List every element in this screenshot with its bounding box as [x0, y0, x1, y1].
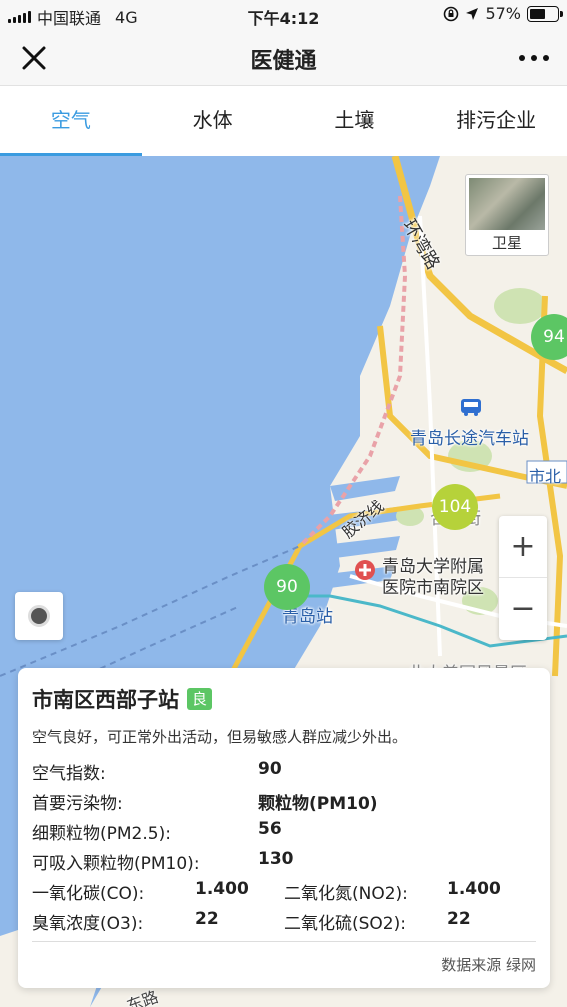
pm10-label: 可吸入颗粒物(PM10): — [32, 854, 200, 874]
pm25-value: 56 — [258, 819, 282, 839]
zoom-control: + − — [499, 516, 547, 640]
aqi-grade-badge: 良 — [187, 688, 213, 710]
no2-value: 1.400 — [447, 879, 501, 899]
orientation-lock-icon — [444, 6, 459, 21]
aqi-cluster-marker[interactable]: 104 — [432, 484, 478, 530]
co-value: 1.400 — [195, 879, 249, 899]
tab-water[interactable]: 水体 — [142, 87, 284, 156]
tab-soil[interactable]: 土壤 — [284, 87, 426, 156]
label-hospital-line2: 医院市南院区 — [382, 578, 484, 598]
station-name: 市南区西部子站 — [32, 688, 179, 712]
pm25-label: 细颗粒物(PM2.5): — [32, 824, 171, 844]
tab-polluting-enterprises[interactable]: 排污企业 — [425, 87, 567, 156]
so2-label: 二氧化硫(SO2): — [284, 914, 406, 934]
location-arrow-icon — [466, 7, 479, 20]
card-divider — [32, 941, 536, 942]
page-title: 医健通 — [250, 49, 317, 74]
primary-pollutant-label: 首要污染物: — [32, 794, 123, 814]
aqi-cluster-marker[interactable]: 90 — [264, 564, 310, 610]
satellite-toggle[interactable]: 卫星 — [465, 174, 549, 256]
label-district: 市北 — [529, 467, 562, 486]
nav-bar: 医健通 — [0, 30, 567, 86]
station-header: 市南区西部子站 良 — [32, 684, 213, 714]
label-bus-station: 青岛长途汽车站 — [410, 429, 529, 449]
co-label: 一氧化碳(CO): — [32, 884, 145, 904]
health-advice: 空气良好，可正常外出活动，但易敏感人群应减少外出。 — [32, 728, 408, 746]
zoom-out-button[interactable]: − — [499, 578, 547, 640]
aqi-label: 空气指数: — [32, 764, 106, 784]
battery-percent: 57% — [485, 4, 521, 23]
o3-label: 臭氧浓度(O3): — [32, 914, 144, 934]
no2-label: 二氧化氮(NO2): — [284, 884, 408, 904]
zoom-in-button[interactable]: + — [499, 516, 547, 578]
satellite-label: 卫星 — [491, 234, 522, 252]
o3-value: 22 — [195, 909, 219, 929]
locate-icon — [28, 605, 50, 627]
so2-value: 22 — [447, 909, 471, 929]
station-info-card: 市南区西部子站 良 空气良好，可正常外出活动，但易敏感人群应减少外出。 空气指数… — [18, 668, 550, 988]
status-bar: 中国联通 4G 下午4:12 57% — [0, 0, 567, 30]
satellite-thumbnail — [469, 178, 545, 230]
more-icon[interactable] — [519, 55, 549, 61]
tab-bar: 空气 水体 土壤 排污企业 — [0, 87, 567, 156]
tab-air[interactable]: 空气 — [0, 87, 142, 156]
battery-icon — [527, 5, 563, 22]
data-source: 数据来源 绿网 — [441, 956, 536, 974]
primary-pollutant-value: 颗粒物(PM10) — [258, 794, 378, 814]
status-right: 57% — [443, 4, 563, 23]
bus-station-icon — [461, 399, 481, 416]
pm10-value: 130 — [258, 849, 294, 869]
aqi-value: 90 — [258, 759, 282, 779]
hospital-icon — [355, 560, 375, 580]
locate-button[interactable] — [15, 592, 63, 640]
